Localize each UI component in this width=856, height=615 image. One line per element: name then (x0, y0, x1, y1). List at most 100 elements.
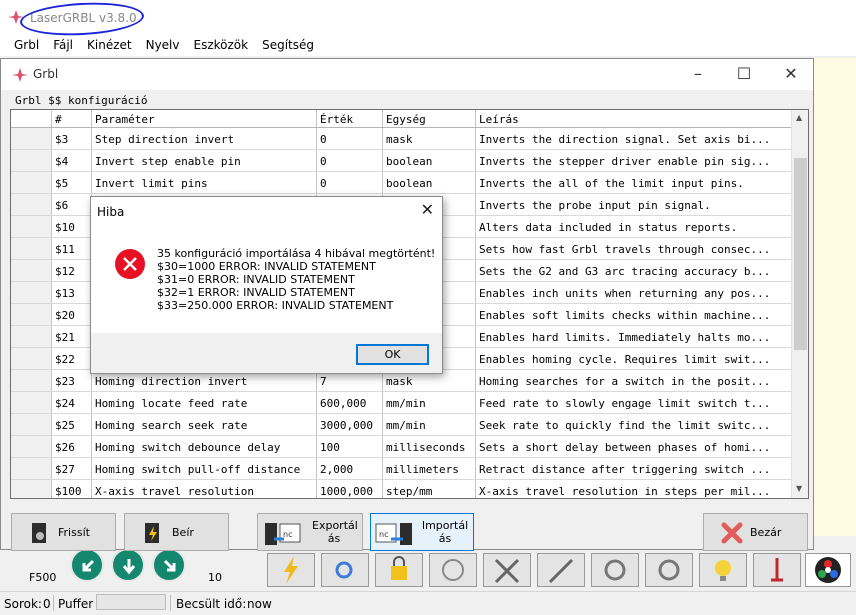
column-header-value[interactable]: Érték (317, 110, 383, 127)
cell-number: $4 (52, 150, 92, 171)
probe-tool-button[interactable] (753, 553, 801, 587)
cog-tool-button[interactable] (645, 553, 693, 587)
table-row[interactable]: $25 Homing search seek rate 3000,000 mm/min… (11, 414, 791, 436)
table-row[interactable]: $26 Homing switch debounce delay 100 millis… (11, 436, 791, 458)
refresh-board-icon (30, 522, 50, 547)
jog-down-left-button[interactable] (70, 548, 104, 582)
cross-arrows-tool-button[interactable] (483, 553, 531, 587)
grid-vertical-scrollbar[interactable]: ▲ ▼ (791, 110, 808, 498)
cell-parameter: Step direction invert (92, 128, 317, 149)
light-bulb-icon (715, 560, 731, 581)
cell-number: $20 (52, 304, 92, 325)
ink-highlight-circle (19, 0, 145, 39)
row-header-cell (11, 414, 52, 435)
column-header-parameter[interactable]: Paraméter (92, 110, 317, 127)
refresh-button[interactable]: Frissít (11, 513, 116, 551)
cell-value[interactable]: 0 (317, 128, 383, 149)
menu-view[interactable]: Kinézet (80, 36, 139, 56)
cell-description: Sets how fast Grbl travels through conse… (479, 243, 771, 256)
magnifier-icon (335, 561, 353, 579)
cell-unit: boolean (383, 172, 476, 193)
cell-number: $11 (52, 238, 92, 259)
cell-value[interactable]: 600,000 (317, 392, 383, 413)
cell-number: $5 (52, 172, 92, 193)
cell-value[interactable]: 100 (317, 436, 383, 457)
cell-description: Inverts the direction signal. Set axis b… (479, 133, 771, 146)
cell-number: $100 (52, 480, 92, 498)
cell-value[interactable]: 1000,000 (317, 480, 383, 498)
laser-tool-button[interactable] (267, 553, 315, 587)
menu-language[interactable]: Nyelv (139, 36, 187, 56)
ok-button[interactable]: OK (356, 344, 429, 365)
close-icon[interactable]: ✕ (421, 200, 434, 219)
arrow-down-icon (122, 559, 136, 575)
menu-help[interactable]: Segítség (255, 36, 321, 56)
table-row[interactable]: $100 X-axis travel resolution 1000,000 step… (11, 480, 791, 498)
close-icon[interactable]: ✕ (779, 63, 803, 85)
menu-file[interactable]: Fájl (46, 36, 80, 56)
svg-text:nc: nc (283, 530, 292, 539)
column-header-description[interactable]: Leírás (476, 110, 791, 127)
feed-rate-label: F500 (29, 571, 57, 584)
scroll-down-icon[interactable]: ▼ (796, 484, 802, 493)
diagonal-arrow-icon (548, 558, 574, 584)
scrollbar-thumb[interactable] (794, 158, 807, 350)
cell-unit: mm/min (383, 392, 476, 413)
globe-icon (442, 559, 464, 581)
estimated-time-label: Becsült idő: (176, 597, 247, 611)
export-label-line2: ás (327, 532, 341, 545)
cell-parameter: Homing locate feed rate (92, 392, 317, 413)
cell-parameter: Homing switch debounce delay (92, 436, 317, 457)
table-row[interactable]: $4 Invert step enable pin 0 boolean Inverts … (11, 150, 791, 172)
error-message: 35 konfiguráció importálása 4 hibával me… (157, 247, 435, 312)
cell-number: $25 (52, 414, 92, 435)
lock-tool-button[interactable] (375, 553, 423, 587)
cell-value[interactable]: 2,000 (317, 458, 383, 479)
cell-description: Inverts the stepper driver enable pin si… (479, 155, 771, 168)
cell-value[interactable]: 0 (317, 172, 383, 193)
table-row[interactable]: $5 Invert limit pins 0 boolean Inverts the a… (11, 172, 791, 194)
gear-tool-button[interactable] (591, 553, 639, 587)
diagonal-tool-button[interactable] (537, 553, 585, 587)
write-board-icon (143, 522, 163, 547)
close-dialog-button[interactable]: Bezár (703, 513, 808, 551)
cell-value[interactable]: 3000,000 (317, 414, 383, 435)
column-header-number[interactable]: # (52, 110, 92, 127)
export-button-label: Exportál ás (312, 519, 358, 545)
rows-value: 0 (43, 597, 51, 611)
grbl-window-icon (12, 68, 28, 85)
column-header-unit[interactable]: Egység (383, 110, 476, 127)
color-wheel-button[interactable] (805, 553, 851, 587)
scroll-up-icon[interactable]: ▲ (796, 113, 802, 122)
row-header-cell (11, 458, 52, 479)
import-button[interactable]: nc Importál ás (370, 513, 474, 551)
menu-tools[interactable]: Eszközök (187, 36, 256, 56)
table-row[interactable]: $3 Step direction invert 0 mask Inverts the … (11, 128, 791, 150)
export-button[interactable]: nc Exportál ás (257, 513, 363, 551)
jog-down-button[interactable] (111, 548, 145, 582)
cell-value[interactable]: 0 (317, 150, 383, 171)
jog-down-right-button[interactable] (152, 548, 186, 582)
refresh-button-label: Frissít (58, 526, 90, 539)
grbl-title-bar: Grbl – ☐ ✕ (1, 59, 813, 90)
row-header-cell (11, 326, 52, 347)
svg-text:nc: nc (379, 530, 388, 539)
table-row[interactable]: $24 Homing locate feed rate 600,000 mm/min F… (11, 392, 791, 414)
menu-grbl[interactable]: Grbl (0, 36, 46, 56)
table-row[interactable]: $27 Homing switch pull-off distance 2,000 m… (11, 458, 791, 480)
bulb-tool-button[interactable] (699, 553, 747, 587)
write-button[interactable]: Beír (124, 513, 229, 551)
maximize-icon[interactable]: ☐ (732, 63, 756, 85)
cell-parameter: Invert step enable pin (92, 150, 317, 171)
globe-tool-button[interactable] (429, 553, 477, 587)
cell-description: Alters data included in status reports. (479, 221, 738, 234)
grid-header: # Paraméter Érték Egység Leírás (11, 110, 791, 128)
cell-parameter: Homing switch pull-off distance (92, 458, 317, 479)
step-size-label: 10 (208, 571, 222, 584)
arrow-down-left-icon (82, 559, 95, 572)
menubar: Grbl Fájl Kinézet Nyelv Eszközök Segítsé… (0, 36, 856, 56)
error-message-line: $30=1000 ERROR: INVALID STATEMENT (157, 260, 376, 273)
zoom-tool-button[interactable] (321, 553, 369, 587)
row-header-cell (11, 260, 52, 281)
minimize-icon[interactable]: – (686, 63, 710, 85)
